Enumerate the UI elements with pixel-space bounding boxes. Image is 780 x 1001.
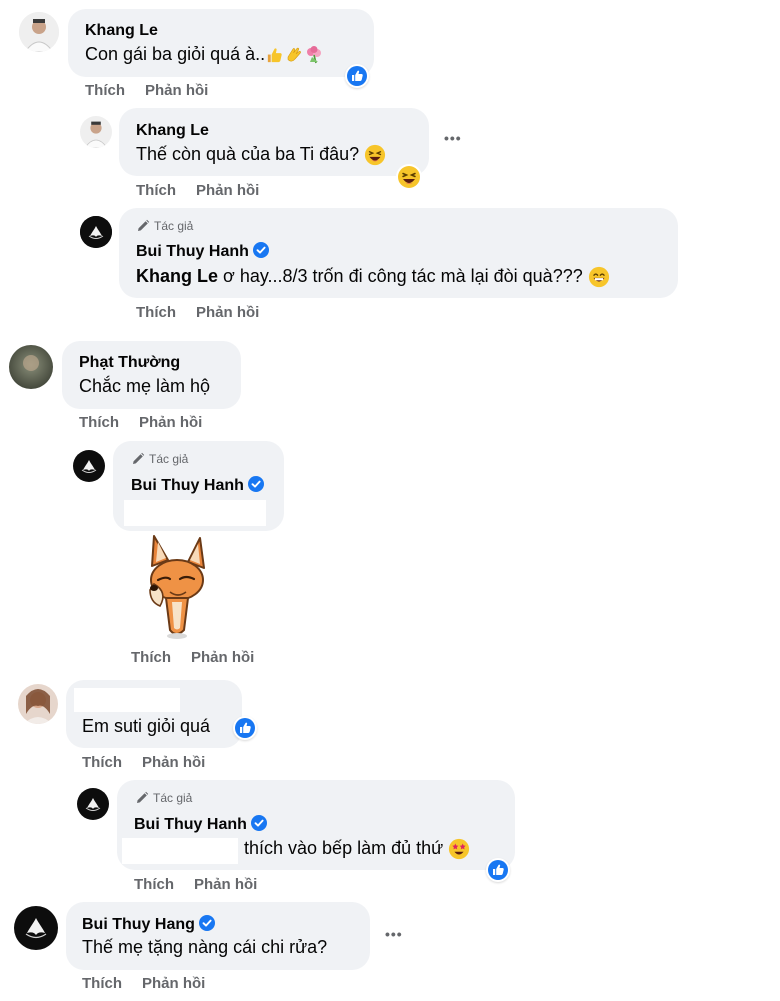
avatar[interactable] <box>18 684 58 724</box>
comment-actions: Thích Phản hồi <box>131 649 274 666</box>
comment-text-body: Thế còn quà của ba Ti đâu? <box>136 144 360 164</box>
avatar[interactable] <box>77 788 109 820</box>
comment-actions: Thích Phản hồi <box>82 754 225 771</box>
like-link[interactable]: Thích <box>79 414 119 431</box>
redacted-text <box>122 838 238 864</box>
like-link[interactable]: Thích <box>85 82 125 99</box>
comment-text: Em suti giỏi quá <box>82 716 211 736</box>
comment-text: Khang Le ơ hay...8/3 trốn đi công tác mà… <box>136 266 610 288</box>
comment-author[interactable]: Bui Thuy Hang <box>82 915 215 934</box>
thumbs-up-emoji <box>265 46 284 65</box>
comment-author[interactable]: Bui Thuy Hanh <box>136 242 269 261</box>
like-link[interactable]: Thích <box>136 182 176 199</box>
comment-text: Chắc mẹ làm hộ <box>79 376 211 396</box>
clapping-emoji <box>284 45 304 65</box>
laughing-emoji[interactable] <box>396 164 422 190</box>
like-link[interactable]: Thích <box>82 754 122 771</box>
like-link[interactable]: Thích <box>136 304 176 321</box>
comment-text-body: thích vào bếp làm đủ thứ <box>244 838 444 858</box>
comment-author[interactable]: Khang Le <box>136 122 209 140</box>
redacted-text <box>124 500 266 526</box>
avatar[interactable] <box>14 906 58 950</box>
author-tag-label: Tác giả <box>149 452 189 466</box>
comment-author[interactable]: Bui Thuy Hanh <box>131 476 264 495</box>
dog-sticker[interactable] <box>140 532 212 642</box>
reply-link[interactable]: Phản hồi <box>142 975 205 992</box>
reply-link[interactable]: Phản hồi <box>196 182 259 199</box>
verified-badge-icon <box>199 915 215 931</box>
like-reaction-icon[interactable] <box>233 716 257 740</box>
author-badge: Tác giả <box>135 791 192 805</box>
comment-actions: Thích Phản hồi <box>134 876 277 893</box>
author-badge: Tác giả <box>136 219 193 233</box>
more-options-icon[interactable]: ••• <box>385 926 403 942</box>
reply-link[interactable]: Phản hồi <box>194 876 257 893</box>
laughing-emoji <box>364 144 386 166</box>
redacted-name <box>74 688 180 712</box>
comment-bubble <box>62 341 241 409</box>
author-name[interactable]: Bui Thuy Hanh <box>131 477 244 494</box>
pencil-icon <box>135 791 149 805</box>
comment-author[interactable]: Khang Le <box>85 22 158 40</box>
reply-link[interactable]: Phản hồi <box>142 754 205 771</box>
like-reaction-icon[interactable] <box>486 858 510 882</box>
author-name[interactable]: Bui Thuy Hang <box>82 916 195 933</box>
like-link[interactable]: Thích <box>82 975 122 992</box>
comment-actions: Thích Phản hồi <box>136 304 279 321</box>
comment-text-body: Con gái ba giỏi quá à.. <box>85 44 266 64</box>
comment-text: Thế mẹ tặng nàng cái chi rửa? <box>82 937 328 957</box>
avatar[interactable] <box>80 116 112 148</box>
verified-badge-icon <box>251 815 267 831</box>
author-tag-label: Tác giả <box>153 791 193 805</box>
comment-text-body: ơ hay...8/3 trốn đi công tác mà lại đòi … <box>223 266 583 286</box>
reply-link[interactable]: Phản hồi <box>145 82 208 99</box>
avatar[interactable] <box>19 12 59 52</box>
more-options-icon[interactable]: ••• <box>444 130 462 146</box>
mention-link[interactable]: Khang Le <box>136 266 218 286</box>
flower-emoji <box>304 45 324 65</box>
comment-author[interactable]: Bui Thuy Hanh <box>134 815 267 834</box>
comment-actions: Thích Phản hồi <box>85 82 228 99</box>
comment-bubble <box>66 902 370 970</box>
avatar[interactable] <box>9 345 53 389</box>
avatar[interactable] <box>73 450 105 482</box>
comment-text: Thế còn quà của ba Ti đâu? <box>136 144 386 166</box>
verified-badge-icon <box>248 476 264 492</box>
reply-link[interactable]: Phản hồi <box>139 414 202 431</box>
comment-text: thích vào bếp làm đủ thứ <box>244 838 470 860</box>
comment-bubble <box>68 9 374 77</box>
author-name[interactable]: Bui Thuy Hanh <box>136 243 249 260</box>
pencil-icon <box>136 219 150 233</box>
like-link[interactable]: Thích <box>134 876 174 893</box>
comment-author[interactable]: Phạt Thường <box>79 354 180 372</box>
comment-actions: Thích Phản hồi <box>82 975 225 992</box>
avatar[interactable] <box>80 216 112 248</box>
star-struck-emoji <box>448 838 470 860</box>
reply-link[interactable]: Phản hồi <box>191 649 254 666</box>
comment-actions: Thích Phản hồi <box>79 414 222 431</box>
comment-actions: Thích Phản hồi <box>136 182 279 199</box>
reply-link[interactable]: Phản hồi <box>196 304 259 321</box>
grinning-emoji <box>588 266 610 288</box>
pencil-icon <box>131 452 145 466</box>
author-badge: Tác giả <box>131 452 188 466</box>
verified-badge-icon <box>253 242 269 258</box>
comment-text: Con gái ba giỏi quá à.. <box>85 44 324 65</box>
author-name[interactable]: Bui Thuy Hanh <box>134 816 247 833</box>
author-tag-label: Tác giả <box>154 219 194 233</box>
like-link[interactable]: Thích <box>131 649 171 666</box>
like-reaction-icon[interactable] <box>345 64 369 88</box>
